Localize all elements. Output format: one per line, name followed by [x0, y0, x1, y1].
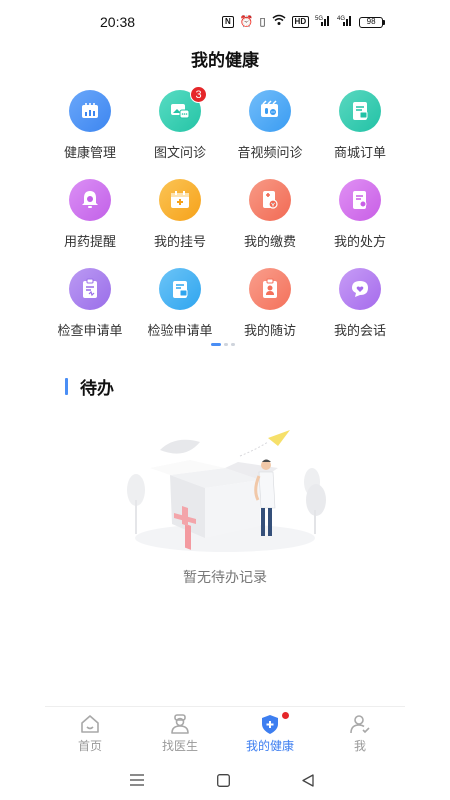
grid-item-conversation[interactable]: 我的会话 — [315, 268, 405, 340]
status-icons: N ⏰ ▯ HD 5G 4G 98 — [222, 14, 386, 31]
signal-icon-1: 5G — [315, 14, 331, 31]
grid-item-image-text-consult[interactable]: 3 图文问诊 — [135, 86, 225, 162]
grid-item-health-management[interactable]: 健康管理 — [45, 90, 135, 162]
notification-badge: 3 — [190, 86, 207, 103]
page-indicator — [211, 343, 235, 346]
page-title: 我的健康 — [191, 51, 259, 70]
mall-order-icon — [339, 90, 381, 132]
grid-item-label: 检查申请单 — [57, 323, 123, 338]
registration-icon — [159, 179, 201, 221]
feature-grid: 健康管理 3 图文问诊 音视频问诊 商城订单用药提醒 我的挂号 我的缴费 我的处方检查申请单 检… — [45, 86, 405, 340]
image-text-consult-icon: 3 — [159, 86, 207, 132]
section-accent-bar — [65, 378, 68, 395]
tab-find-doctor[interactable]: 找医生 — [135, 707, 225, 760]
exam-request-icon — [69, 268, 111, 310]
signal-icon-2: 4G — [337, 14, 353, 31]
grid-item-label: 检验申请单 — [147, 323, 213, 338]
empty-state-text: 暂无待办记录 — [183, 569, 267, 585]
grid-item-registration[interactable]: 我的挂号 — [135, 179, 225, 251]
status-bar: 20:38 N ⏰ ▯ HD 5G 4G 98 — [0, 0, 450, 44]
tab-label: 首页 — [77, 739, 102, 753]
follow-up-icon — [249, 268, 291, 310]
svg-text:5G: 5G — [315, 16, 323, 22]
grid-item-label: 我的挂号 — [153, 234, 206, 249]
grid-item-label: 我的随访 — [243, 323, 296, 338]
grid-item-video-consult[interactable]: 音视频问诊 — [225, 90, 315, 162]
home-nav-button[interactable] — [213, 770, 233, 790]
battery-level: 98 — [359, 16, 384, 28]
page-dot — [231, 343, 235, 346]
vibrate-icon: ▯ — [259, 16, 266, 28]
grid-item-exam-request[interactable]: 检查申请单 — [45, 268, 135, 340]
prescription-icon — [339, 179, 381, 221]
medication-reminder-icon — [69, 179, 111, 221]
profile-icon — [350, 715, 370, 734]
battery-icon: 98 — [359, 16, 386, 28]
menu-nav-button[interactable] — [127, 770, 147, 790]
notification-dot — [282, 712, 289, 719]
svg-text:4G: 4G — [337, 16, 345, 22]
grid-item-mall-order[interactable]: 商城订单 — [315, 90, 405, 162]
payment-icon — [249, 179, 291, 221]
square-icon — [216, 773, 230, 787]
wifi-icon — [272, 14, 286, 31]
page-dot — [224, 343, 228, 346]
grid-item-lab-request[interactable]: 检验申请单 — [135, 268, 225, 340]
page-dot-active — [211, 343, 221, 346]
doctor-icon — [171, 714, 189, 734]
bottom-tab-bar: 首页 找医生 我的健康 我 — [45, 706, 405, 760]
grid-item-label: 音视频问诊 — [237, 145, 303, 160]
grid-item-prescription[interactable]: 我的处方 — [315, 179, 405, 251]
back-triangle-icon — [302, 773, 314, 787]
health-shield-icon — [262, 715, 278, 734]
section-title: 待办 — [80, 379, 114, 398]
status-time: 20:38 — [100, 14, 136, 30]
grid-item-label: 健康管理 — [63, 145, 116, 160]
hd-icon: HD — [291, 16, 310, 28]
tab-label: 我 — [353, 739, 366, 753]
menu-icon — [130, 774, 144, 786]
grid-item-follow-up[interactable]: 我的随访 — [225, 268, 315, 340]
conversation-icon — [339, 268, 381, 310]
back-nav-button[interactable] — [298, 770, 318, 790]
grid-item-payment[interactable]: 我的缴费 — [225, 179, 315, 251]
grid-item-label: 图文问诊 — [153, 145, 206, 160]
system-nav-bar — [0, 764, 450, 800]
grid-item-label: 我的缴费 — [243, 234, 296, 249]
grid-item-label: 我的处方 — [333, 234, 386, 249]
grid-item-label: 我的会话 — [333, 323, 386, 338]
alarm-icon: ⏰ — [239, 16, 254, 28]
todo-section-header: 待办 — [65, 374, 114, 399]
health-management-icon — [69, 90, 111, 132]
lab-request-icon — [159, 268, 201, 310]
tab-label: 我的健康 — [245, 739, 294, 753]
tab-me[interactable]: 我 — [315, 707, 405, 760]
empty-state-illustration — [127, 430, 326, 552]
tab-my-health[interactable]: 我的健康 — [225, 707, 315, 760]
home-icon — [81, 715, 99, 733]
grid-item-label: 商城订单 — [333, 145, 386, 160]
tab-label: 找医生 — [161, 739, 198, 753]
tab-home[interactable]: 首页 — [45, 707, 135, 760]
grid-item-medication-reminder[interactable]: 用药提醒 — [45, 179, 135, 251]
nfc-icon: N — [222, 16, 234, 28]
grid-item-label: 用药提醒 — [63, 234, 116, 249]
video-consult-icon — [249, 90, 291, 132]
